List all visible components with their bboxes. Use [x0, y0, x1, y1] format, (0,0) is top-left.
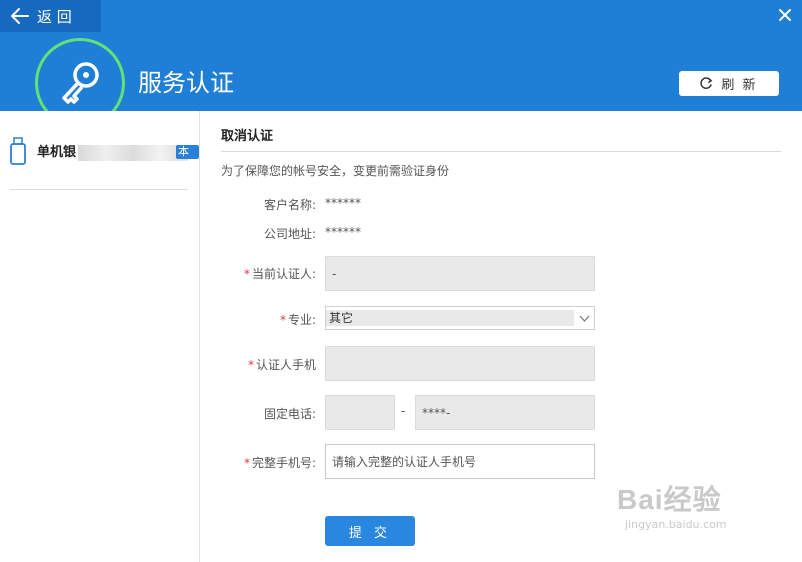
landline-separator: - — [401, 404, 406, 418]
landline-label: 固定电话: — [263, 407, 316, 421]
refresh-button[interactable]: 刷 新 — [679, 71, 779, 96]
refresh-icon — [700, 77, 713, 89]
customer-name-value: ****** — [325, 196, 361, 210]
arrow-left-icon — [11, 8, 29, 24]
usb-drive-icon — [10, 137, 26, 165]
phone-label: * 认证人手机 — [247, 358, 316, 372]
customer-name-label: 客户名称: — [263, 198, 316, 212]
company-address-label: 公司地址: — [263, 227, 316, 241]
device-name: 单机银 — [37, 141, 189, 161]
security-notice: 为了保障您的帐号安全，变更前需验证身份 — [221, 164, 450, 178]
area-code-field — [325, 395, 395, 430]
section-title: 取消认证 — [221, 129, 274, 144]
major-label: * 专业: — [279, 313, 316, 327]
back-button[interactable]: 返 回 — [0, 0, 101, 32]
sidebar: 单机银 本机 — [0, 111, 200, 562]
major-select[interactable]: 其它 — [325, 306, 595, 330]
refresh-label: 刷 新 — [721, 78, 758, 93]
local-machine-badge: 本机 — [176, 145, 199, 172]
divider — [221, 151, 781, 152]
header-bar: 返 回 服务认证 刷 新 — [0, 0, 802, 128]
watermark: Bai经验 jingyan.baidu.com — [617, 478, 797, 548]
chevron-down-icon — [579, 315, 590, 322]
full-phone-label: * 完整手机号: — [243, 456, 316, 470]
certifier-label: * 当前认证人: — [243, 267, 316, 281]
company-address-value: ****** — [325, 225, 361, 239]
sidebar-item-device[interactable]: 单机银 — [0, 131, 200, 171]
watermark-logo: Bai经验 — [617, 484, 722, 515]
certifier-field: - — [325, 256, 595, 291]
key-icon — [62, 62, 99, 104]
back-label: 返 回 — [37, 7, 72, 26]
full-phone-input[interactable]: 请输入完整的认证人手机号 — [325, 444, 595, 479]
page-title: 服务认证 — [138, 69, 234, 97]
phone-field — [325, 346, 595, 381]
close-icon[interactable] — [778, 8, 792, 22]
major-value: 其它 — [326, 310, 574, 326]
watermark-url: jingyan.baidu.com — [625, 518, 727, 531]
landline-field: ****- — [415, 395, 595, 430]
submit-button[interactable]: 提 交 — [325, 516, 415, 546]
divider — [10, 189, 188, 190]
redacted-text — [78, 144, 189, 161]
